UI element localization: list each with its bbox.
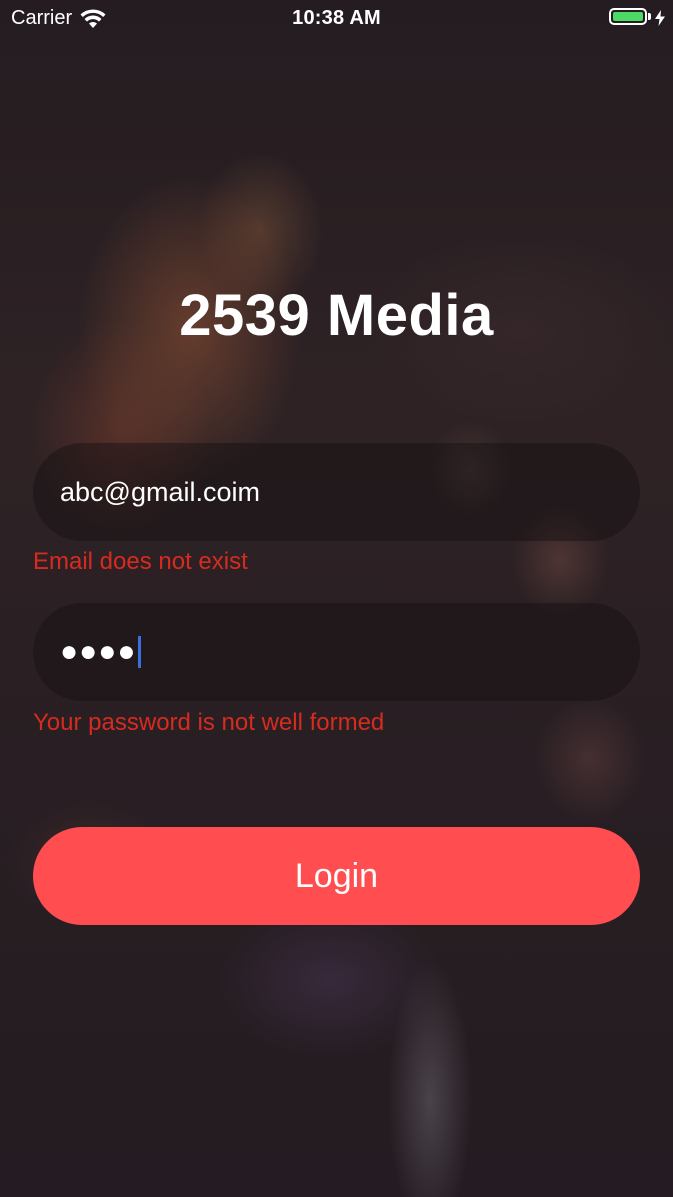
email-value: abc@gmail.coim (60, 476, 260, 507)
password-error-message: Your password is not well formed (33, 709, 385, 736)
login-screen: Carrier 10:38 AM 2539 Media abc@gmail.co… (0, 0, 673, 1197)
background-overlay (0, 0, 673, 1197)
battery-indicator (609, 8, 665, 26)
password-field[interactable]: ●●●● (33, 603, 640, 701)
status-bar: Carrier 10:38 AM (0, 0, 673, 38)
status-time: 10:38 AM (292, 7, 381, 29)
app-title: 2539 Media (179, 283, 494, 348)
password-masked-value: ●●●● (60, 635, 137, 668)
battery-level (613, 12, 643, 21)
email-error-message: Email does not exist (33, 548, 248, 575)
login-button[interactable]: Login (33, 827, 640, 925)
email-field[interactable]: abc@gmail.coim (33, 443, 640, 541)
text-cursor (138, 636, 142, 668)
battery-icon (609, 8, 647, 25)
battery-tip (648, 13, 651, 20)
charging-bolt-icon (655, 9, 665, 26)
